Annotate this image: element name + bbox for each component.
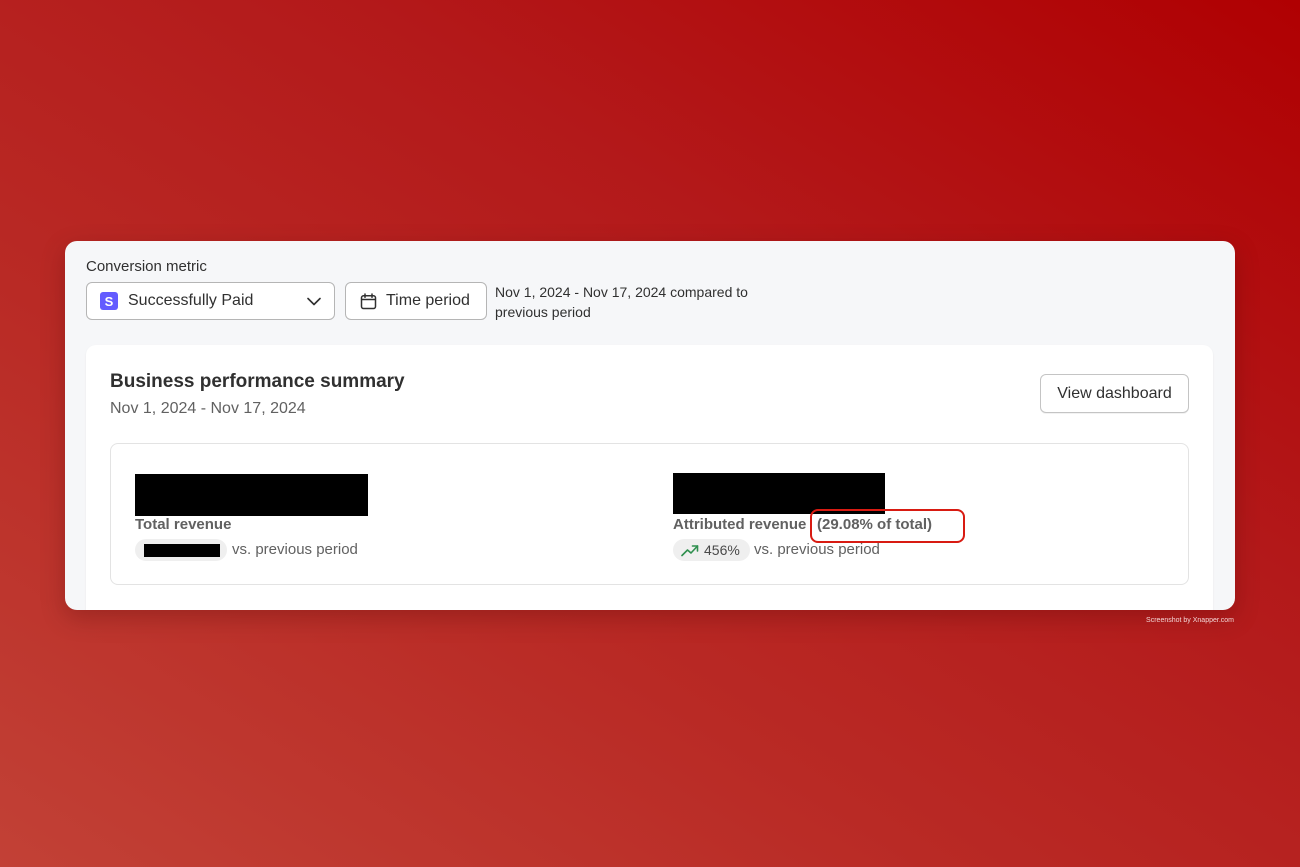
conversion-metric-value: Successfully Paid	[128, 292, 254, 309]
total-revenue-change-badge	[135, 539, 227, 561]
business-summary-card: Business performance summary Nov 1, 2024…	[86, 345, 1213, 610]
conversion-metric-label: Conversion metric	[86, 258, 207, 275]
chevron-down-icon	[306, 293, 322, 309]
comparison-date-range: Nov 1, 2024 - Nov 17, 2024 compared to p…	[495, 284, 748, 320]
trending-up-icon	[681, 543, 699, 557]
total-revenue-comparison: vs. previous period	[232, 541, 358, 558]
performance-panel: Conversion metric S Successfully Paid Ti…	[65, 241, 1235, 610]
total-revenue-value-redacted	[135, 474, 368, 516]
attributed-revenue-value-redacted	[673, 473, 885, 514]
view-dashboard-button[interactable]: View dashboard	[1040, 374, 1189, 413]
stripe-s-icon: S	[100, 292, 118, 310]
conversion-metric-select[interactable]: S Successfully Paid	[86, 282, 335, 320]
attributed-revenue-comparison: vs. previous period	[754, 541, 880, 558]
share-highlight-annotation	[810, 509, 965, 543]
attributed-revenue-change: 456%	[704, 542, 740, 558]
time-period-button[interactable]: Time period	[345, 282, 487, 320]
attributed-revenue-label: Attributed revenue	[673, 516, 807, 533]
total-revenue-change-redacted	[144, 544, 220, 557]
stats-box: Total revenue vs. previous period Attrib…	[110, 443, 1189, 585]
summary-title: Business performance summary	[110, 371, 405, 392]
attributed-revenue-change-badge: 456%	[673, 539, 750, 561]
time-period-label: Time period	[386, 292, 470, 309]
summary-date-range: Nov 1, 2024 - Nov 17, 2024	[110, 400, 306, 417]
calendar-icon	[359, 292, 377, 310]
total-revenue-label: Total revenue	[135, 516, 232, 533]
watermark: Screenshot by Xnapper.com	[1146, 617, 1234, 624]
